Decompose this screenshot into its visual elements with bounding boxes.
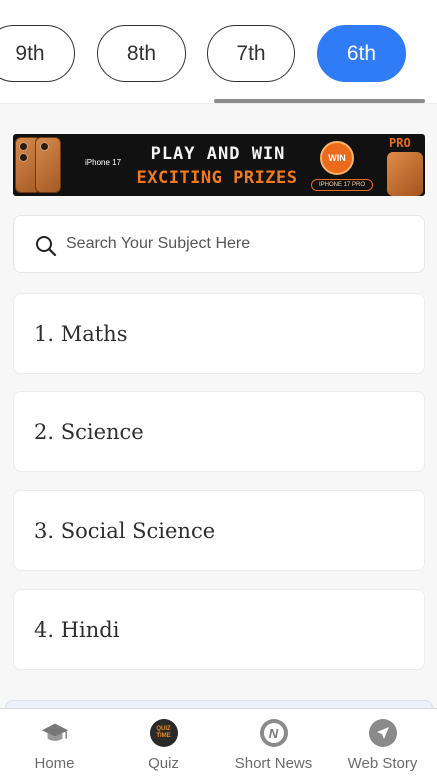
phone-image-right [387, 152, 423, 196]
tab-scroll-indicator [214, 99, 425, 103]
subject-label: 2. Science [34, 419, 144, 444]
search-input[interactable] [66, 216, 416, 272]
tab-class-8th[interactable]: 8th [97, 25, 186, 82]
subject-search-box [13, 215, 425, 273]
bottom-nav: Home QUIZ TIME Quiz N Short News Web Sto… [0, 708, 437, 781]
tab-class-9th[interactable]: 9th [0, 25, 75, 82]
nav-label: Quiz [148, 755, 179, 772]
banner-subheadline: EXCITING PRIZES [136, 168, 298, 188]
promo-banner[interactable]: iPhone 17 PLAY AND WIN EXCITING PRIZES W… [13, 134, 425, 196]
tab-class-7th[interactable]: 7th [207, 25, 295, 82]
phone-image [15, 136, 65, 194]
nav-label: Short News [234, 755, 313, 772]
nav-label: Web Story [347, 755, 418, 772]
banner-headline: PLAY AND WIN [150, 144, 286, 164]
nav-home[interactable]: Home [0, 709, 109, 781]
tab-label: 7th [236, 41, 266, 65]
quiz-time-icon: QUIZ TIME [149, 719, 178, 747]
banner-pro-label: PRO [389, 136, 411, 150]
graduation-cap-icon [41, 719, 69, 747]
compass-icon [368, 719, 397, 747]
tab-class-6th[interactable]: 6th [317, 25, 406, 82]
tab-label: 6th [346, 41, 377, 65]
banner-device-label: iPhone 17 [85, 158, 122, 167]
subject-label: 3. Social Science [34, 518, 216, 543]
subject-card-maths[interactable]: 1. Maths [13, 293, 425, 374]
subject-card-science[interactable]: 2. Science [13, 391, 425, 472]
subject-card-hindi[interactable]: 4. Hindi [13, 589, 425, 670]
subject-card-social-science[interactable]: 3. Social Science [13, 490, 425, 571]
class-tab-bar: 9th 8th 7th 6th [0, 0, 437, 104]
nav-short-news[interactable]: N Short News [219, 709, 328, 781]
nav-label: Home [34, 755, 75, 772]
tab-label: 9th [15, 41, 45, 65]
tab-label: 8th [126, 41, 157, 65]
quiz-icon-text: QUIZ TIME [156, 726, 171, 739]
subject-label: 1. Maths [34, 321, 128, 346]
news-icon-text: N [268, 725, 279, 741]
news-icon: N [259, 719, 288, 747]
nav-quiz[interactable]: QUIZ TIME Quiz [109, 709, 218, 781]
subject-label: 4. Hindi [34, 617, 120, 642]
search-icon [36, 236, 57, 257]
nav-web-story[interactable]: Web Story [328, 709, 437, 781]
banner-chip: IPHONE 17 PRO [311, 179, 373, 191]
win-badge: WIN [320, 141, 354, 175]
